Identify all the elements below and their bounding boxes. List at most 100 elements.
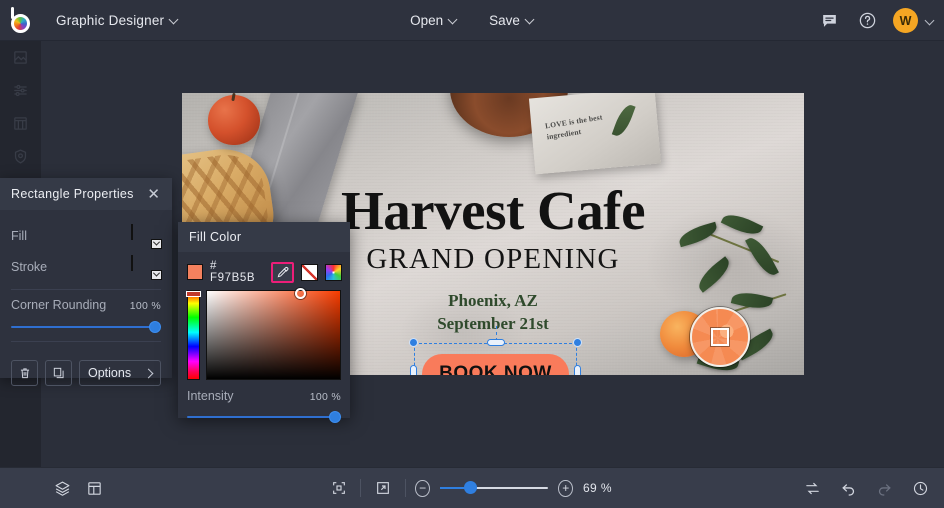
open-menu-button[interactable]: Open: [399, 7, 468, 34]
eyedropper-loupe: [690, 307, 750, 367]
app-root: Graphic Designer Open Save W LOVE is the…: [0, 0, 944, 508]
slider-track[interactable]: [187, 416, 341, 418]
rotation-stem: [495, 326, 497, 340]
fit-to-screen-icon[interactable]: [327, 474, 350, 502]
stroke-swatch-button[interactable]: [131, 254, 162, 280]
chevron-down-icon[interactable]: [926, 17, 934, 25]
color-picker-row: [178, 288, 350, 380]
brand-logo[interactable]: [0, 0, 42, 41]
slider-knob[interactable]: [149, 321, 161, 333]
intensity-label: Intensity: [187, 389, 234, 403]
top-bar-right-group: W: [817, 0, 934, 41]
rail-item-adjust[interactable]: [0, 74, 41, 107]
slider-fill: [439, 487, 466, 489]
intensity-row: Intensity 100 %: [178, 380, 350, 403]
stroke-color-swatch[interactable]: [131, 254, 133, 271]
save-menu-button[interactable]: Save: [478, 7, 545, 34]
expand-icon[interactable]: [371, 474, 394, 502]
stroke-row: Stroke: [11, 251, 162, 282]
close-icon[interactable]: ✕: [143, 185, 164, 204]
logo-color-wheel-icon: [11, 14, 30, 33]
slider-knob[interactable]: [329, 411, 341, 423]
chevron-down-icon[interactable]: [151, 269, 162, 280]
pages-icon[interactable]: [80, 474, 108, 502]
napkin-text: LOVE is the best ingredient: [544, 112, 604, 142]
rail-item-effects[interactable]: [0, 107, 41, 140]
panel-divider: [11, 289, 161, 290]
intensity-value: 100 %: [309, 391, 341, 403]
saturation-value-field[interactable]: [206, 288, 341, 380]
bottom-bar: − + 69 %: [0, 467, 944, 508]
zoom-level-value: 69 %: [582, 481, 612, 495]
corner-rounding-label: Corner Rounding: [11, 298, 107, 312]
selection-handle-top-right[interactable]: [573, 338, 582, 347]
page-title: Rectangle Properties: [11, 187, 134, 201]
redo-icon[interactable]: [870, 474, 898, 502]
rail-item-image[interactable]: [0, 41, 41, 74]
bottom-bar-left-group: [0, 474, 108, 502]
panel-divider: [11, 341, 161, 342]
selection-handle-top-left[interactable]: [409, 338, 418, 347]
properties-action-row: Options: [0, 350, 172, 386]
chevron-down-icon[interactable]: [151, 238, 162, 249]
help-icon[interactable]: [855, 9, 879, 33]
divider: [360, 479, 362, 497]
stroke-label: Stroke: [11, 259, 48, 274]
selection-handle-top[interactable]: [486, 339, 505, 346]
slider-knob[interactable]: [463, 481, 477, 494]
fill-color-popup-header: Fill Color: [178, 222, 350, 252]
open-menu-label: Open: [410, 12, 444, 28]
document-title-label: Graphic Designer: [56, 12, 165, 28]
eyedropper-icon[interactable]: [271, 261, 294, 283]
swap-icon[interactable]: [798, 474, 826, 502]
hue-slider[interactable]: [186, 290, 201, 380]
history-clock-icon[interactable]: [906, 474, 934, 502]
fill-color-swatch[interactable]: [131, 223, 133, 240]
hex-value[interactable]: # F97B5B: [210, 260, 264, 284]
intensity-slider[interactable]: [187, 410, 341, 424]
properties-panel-body: Fill Stroke Corner Rounding 100 %: [0, 210, 172, 342]
selection-handle-left[interactable]: [410, 365, 417, 375]
corner-rounding-slider[interactable]: [11, 320, 161, 334]
document-title-menu[interactable]: Graphic Designer: [46, 8, 188, 33]
minus-icon[interactable]: −: [415, 479, 430, 497]
color-wheel-icon[interactable]: [325, 263, 342, 281]
avatar[interactable]: W: [893, 8, 918, 33]
current-color-swatch[interactable]: [187, 264, 203, 280]
fill-swatch-button[interactable]: [131, 223, 162, 249]
slider-track[interactable]: [11, 326, 161, 328]
top-bar: Graphic Designer Open Save W: [0, 0, 944, 41]
fill-color-title: Fill Color: [189, 230, 242, 244]
comment-icon[interactable]: [817, 9, 841, 33]
undo-icon[interactable]: [834, 474, 862, 502]
selection-handle-right[interactable]: [574, 365, 581, 375]
duplicate-icon[interactable]: [45, 360, 72, 386]
no-color-icon[interactable]: [301, 263, 318, 281]
canvas-area[interactable]: LOVE is the best ingredient Harvest Cafe…: [41, 41, 944, 467]
plus-icon[interactable]: +: [558, 479, 573, 497]
rectangle-selection[interactable]: BOOK NOW: [409, 326, 582, 375]
zoom-controls: − + 69 %: [327, 474, 617, 502]
rail-item-badge[interactable]: [0, 140, 41, 173]
top-menu-group: Open Save: [357, 7, 587, 34]
corner-rounding-row: Corner Rounding 100 %: [11, 298, 161, 312]
trash-icon[interactable]: [11, 360, 38, 386]
hex-value-row: # F97B5B: [178, 252, 350, 290]
layers-icon[interactable]: [48, 474, 76, 502]
chevron-down-icon: [449, 16, 457, 24]
saturation-value-knob[interactable]: [294, 288, 306, 299]
fill-label: Fill: [11, 228, 27, 243]
zoom-slider[interactable]: [439, 481, 549, 495]
rectangle-properties-panel: Rectangle Properties ✕ Fill Stroke Corne…: [0, 178, 172, 386]
bottom-bar-right-group: [798, 474, 934, 502]
fill-color-popup: Fill Color # F97B5B Intensity 100 %: [178, 222, 350, 423]
fill-row: Fill: [11, 220, 162, 251]
chevron-down-icon: [526, 16, 534, 24]
chevron-right-icon: [143, 368, 154, 378]
hue-slider-knob[interactable]: [186, 291, 201, 297]
avatar-initial: W: [899, 13, 912, 28]
options-button[interactable]: Options: [79, 360, 161, 386]
recipe-napkin-card: LOVE is the best ingredient: [528, 93, 662, 175]
eyedropper-pixel-target: [711, 328, 729, 346]
options-label: Options: [88, 366, 132, 380]
